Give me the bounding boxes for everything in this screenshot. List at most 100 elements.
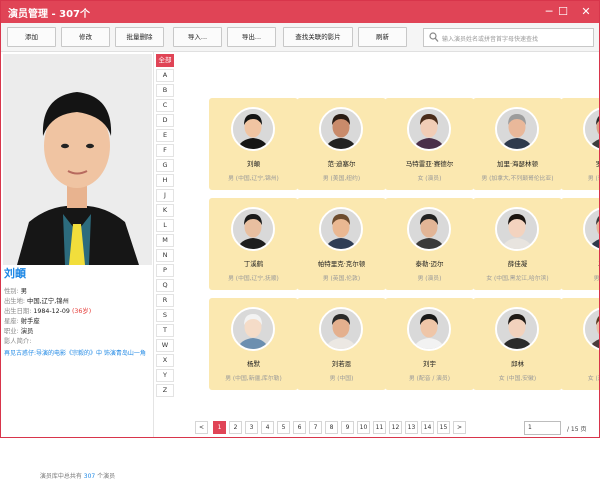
job-label: 职业: [4, 328, 19, 335]
page-button-6[interactable]: 6 [293, 421, 306, 434]
actor-card-name: 帕特里克·克尔顿 [317, 260, 366, 268]
letter-filter-j[interactable]: J [156, 189, 174, 202]
actor-name: 刘頔 [4, 267, 26, 280]
actor-card[interactable]: 范·迪塞尔男 (美国,纽约) [297, 98, 386, 190]
letter-filter-y[interactable]: Y [156, 369, 174, 382]
letter-filter-s[interactable]: S [156, 309, 174, 322]
letter-filter-f[interactable]: F [156, 144, 174, 157]
actor-card[interactable]: 马特雷亚·赛德尔女 (演员) [385, 98, 474, 190]
letter-filter-l[interactable]: L [156, 219, 174, 232]
page-button-8[interactable]: 8 [325, 421, 338, 434]
letter-filter-m[interactable]: M [156, 234, 174, 247]
page-number-input[interactable]: 1 [524, 421, 561, 435]
letter-filter-w[interactable]: W [156, 339, 174, 352]
actor-card-name: 丁溪鹤 [243, 260, 264, 268]
find-movies-button[interactable]: 查找关联的影片 [283, 27, 353, 47]
actor-card[interactable]: 刘若恩男 (中国) [297, 298, 386, 390]
actor-card[interactable]: 薛佳凝女 (中国,黑龙江,哈尔滨) [473, 198, 562, 290]
page-button-15[interactable]: 15 [437, 421, 450, 434]
actor-card-desc: 男 (中国,辽宁,抚顺) [228, 276, 279, 282]
letter-filter-g[interactable]: G [156, 159, 174, 172]
actor-avatar [319, 207, 363, 251]
refresh-button[interactable]: 刷新 [358, 27, 407, 47]
gender-row: 性别: 男 [4, 287, 27, 296]
letter-filter-h[interactable]: H [156, 174, 174, 187]
actor-card[interactable]: 马克· 男 (美国) [561, 198, 599, 290]
batch-delete-button[interactable]: 批量删除 [115, 27, 164, 47]
actor-card-desc: 男 (中国,辽宁,锦州) [228, 176, 279, 182]
actor-card-desc: 男 (加拿大,不列颠哥伦比亚) [481, 176, 554, 182]
actor-card[interactable]: 杨默男 (中国,新疆,库尔勒) [209, 298, 298, 390]
close-button[interactable]: ✕ [574, 1, 598, 23]
bio-row: 影人简介: [4, 337, 31, 346]
page-button-10[interactable]: 10 [357, 421, 370, 434]
actor-card-desc: 女 (澳大利亚) [587, 376, 599, 382]
letter-filter-p[interactable]: P [156, 264, 174, 277]
actor-card-name: 邱林 [511, 360, 524, 368]
actor-avatar [407, 307, 451, 351]
actor-card[interactable]: 加里·海瑟林顿男 (加拿大,不列颠哥伦比亚) [473, 98, 562, 190]
letter-filter-n[interactable]: N [156, 249, 174, 262]
next-page-button[interactable]: > [453, 421, 466, 434]
export-button[interactable]: 导出... [227, 27, 276, 47]
letter-filter-t[interactable]: T [156, 324, 174, 337]
page-button-9[interactable]: 9 [341, 421, 354, 434]
page-button-3[interactable]: 3 [245, 421, 258, 434]
page-button-12[interactable]: 12 [389, 421, 402, 434]
letter-filter-d[interactable]: D [156, 114, 174, 127]
actor-card-desc: 女 (演员) [417, 176, 442, 182]
page-button-13[interactable]: 13 [405, 421, 418, 434]
page-button-14[interactable]: 14 [421, 421, 434, 434]
toolbar: 添加 修改 批量删除 导入... 导出... 查找关联的影片 刷新 输入演员姓名… [1, 23, 599, 52]
page-button-1[interactable]: 1 [213, 421, 226, 434]
count-suffix: 个演员 [97, 473, 116, 480]
page-button-11[interactable]: 11 [373, 421, 386, 434]
letter-filter-all[interactable]: 全部 [156, 54, 174, 67]
actor-card[interactable]: 泰勒·迈尔男 (演员) [385, 198, 474, 290]
actor-card-name: 马克· [561, 258, 599, 268]
zodiac-value: 射手座 [20, 318, 40, 325]
actor-card[interactable]: 丁溪鹤男 (中国,辽宁,抚顺) [209, 198, 298, 290]
actor-card-name: 刘宇 [423, 360, 436, 368]
page-button-4[interactable]: 4 [261, 421, 274, 434]
letter-filter-q[interactable]: Q [156, 279, 174, 292]
actor-card-name: 杨默 [247, 360, 260, 368]
letter-filter-e[interactable]: E [156, 129, 174, 142]
maximize-button[interactable]: ☐ [553, 1, 573, 23]
actor-avatar [231, 307, 275, 351]
letter-filter-b[interactable]: B [156, 84, 174, 97]
actor-card-desc: 男 (配音 / 演员) [409, 376, 450, 382]
add-button[interactable]: 添加 [7, 27, 56, 47]
letter-filter-r[interactable]: R [156, 294, 174, 307]
actor-card-name: 刘頔 [247, 160, 260, 168]
actor-card-desc: 男 (中国) [329, 376, 354, 382]
import-button[interactable]: 导入... [173, 27, 222, 47]
actor-card-desc: 女 (中国,黑龙江,哈尔滨) [486, 276, 549, 282]
letter-filter-x[interactable]: X [156, 354, 174, 367]
actor-card-desc: 男 (美国,纽约) [322, 176, 361, 182]
actor-card[interactable]: 帕特里克·克尔顿男 (英国,伦敦) [297, 198, 386, 290]
page-button-2[interactable]: 2 [229, 421, 242, 434]
actor-card[interactable]: 邱林女 (中国,安徽) [473, 298, 562, 390]
actor-card-desc: 男 (哥伦比亚) [587, 176, 599, 182]
letter-filter-z[interactable]: Z [156, 384, 174, 397]
search-input[interactable]: 输入演员姓名或拼音首字母快速查找 [423, 28, 594, 47]
page-button-5[interactable]: 5 [277, 421, 290, 434]
edit-button[interactable]: 修改 [61, 27, 110, 47]
prev-page-button[interactable]: < [195, 421, 208, 434]
actor-card[interactable]: 罗伯托男 (哥伦比亚) [561, 98, 599, 190]
bio-link[interactable]: 再见古惑仔:导演的电影《宗毅的》中 饰演青岛山一角 [4, 348, 146, 357]
letter-filter-k[interactable]: K [156, 204, 174, 217]
page-button-7[interactable]: 7 [309, 421, 322, 434]
page-total: / 15 页 [567, 426, 587, 433]
birthplace-value: 中国,辽宁,锦州 [27, 298, 69, 305]
bio-label: 影人简介: [4, 338, 32, 345]
actor-card-desc: 女 (中国,安徽) [498, 376, 537, 382]
actor-card[interactable]: 刘宇男 (配音 / 演员) [385, 298, 474, 390]
actor-card[interactable]: 刘頔男 (中国,辽宁,锦州) [209, 98, 298, 190]
letter-filter-a[interactable]: A [156, 69, 174, 82]
actor-card-name: 薛佳凝 [507, 260, 528, 268]
letter-filter-c[interactable]: C [156, 99, 174, 112]
actor-card[interactable]: 菲比女 (澳大利亚) [561, 298, 599, 390]
actor-avatar [319, 307, 363, 351]
